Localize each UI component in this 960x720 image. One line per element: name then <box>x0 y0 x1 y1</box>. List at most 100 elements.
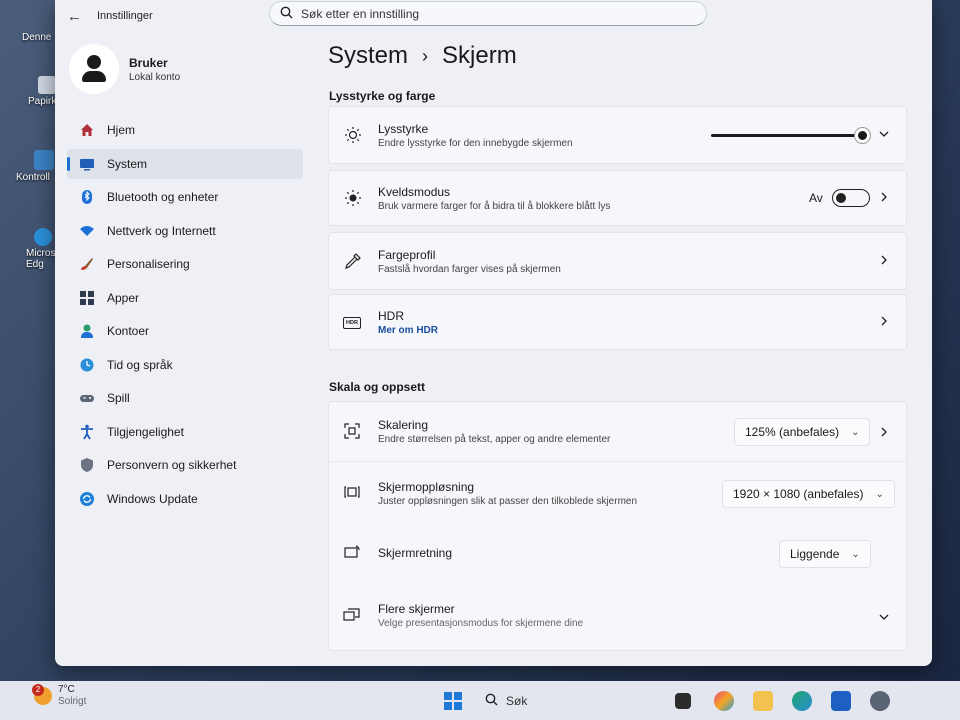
sidebar-item-label: Tid og språk <box>107 357 173 372</box>
title-bar: ← Innstillinger <box>55 0 932 34</box>
sidebar-item-bluetooth[interactable]: Bluetooth og enheter <box>67 182 303 212</box>
chevron-down-icon[interactable] <box>878 610 890 628</box>
sidebar-item-apps[interactable]: Apper <box>67 283 303 313</box>
desktop-icon-control-panel[interactable]: Kontroll <box>4 150 54 183</box>
sidebar-item-time-language[interactable]: Tid og språk <box>67 350 303 380</box>
back-arrow-icon[interactable]: ← <box>67 8 82 25</box>
color-profile-subtitle: Fastslå hvordan farger vises på skjermen <box>378 263 561 275</box>
sidebar-item-accessibility[interactable]: Tilgjengelighet <box>67 417 303 447</box>
settings-search-box[interactable] <box>269 1 707 26</box>
sidebar-item-gaming[interactable]: Spill <box>67 383 303 413</box>
breadcrumb-parent[interactable]: System <box>328 42 408 70</box>
scaling-dropdown[interactable]: 125% (anbefales) ⌄ <box>734 418 871 446</box>
multiple-displays-subtitle: Velge presentasjonsmodus for skjermene d… <box>378 618 584 629</box>
scaling-row[interactable]: Skalering Endre størrelsen på tekst, app… <box>329 402 906 462</box>
desktop-icon-label: Micros Edg <box>26 248 56 270</box>
sidebar-item-windows-update[interactable]: Windows Update <box>67 484 303 514</box>
sidebar-item-home[interactable]: Hjem <box>67 115 303 145</box>
eyedropper-icon <box>343 251 363 271</box>
update-icon <box>79 491 95 507</box>
search-icon <box>280 6 293 22</box>
notification-badge: 2 <box>32 684 44 696</box>
avatar <box>69 44 119 94</box>
scale-layout-group: Skalering Endre størrelsen på tekst, app… <box>328 401 907 651</box>
chevron-right-icon[interactable] <box>878 254 890 269</box>
color-profile-card[interactable]: Fargeprofil Fastslå hvordan farger vises… <box>328 232 907 290</box>
desktop-icon-this-pc[interactable]: Denne <box>4 30 51 43</box>
taskbar-search[interactable]: Søk <box>485 693 527 709</box>
chevron-right-icon[interactable] <box>878 315 890 330</box>
app-title: Innstillinger <box>97 10 153 22</box>
brightness-title: Lysstyrke <box>378 121 429 136</box>
sidebar-item-personalization[interactable]: Personalisering <box>67 249 303 279</box>
orientation-icon <box>343 544 361 567</box>
accessibility-icon <box>79 424 95 440</box>
brightness-card[interactable]: Lysstyrke Endre lysstyrke for den inneby… <box>328 106 907 164</box>
scaling-value: 125% (anbefales) <box>745 425 840 439</box>
chevron-right-icon[interactable] <box>878 425 890 443</box>
taskbar-search-label: Søk <box>506 694 528 708</box>
settings-gear-icon[interactable] <box>870 691 890 711</box>
store-taskbar-icon[interactable] <box>831 691 851 711</box>
brightness-slider[interactable] <box>711 127 870 143</box>
multiple-displays-icon <box>343 606 361 629</box>
widgets-taskbar-icon[interactable] <box>675 693 691 709</box>
page-title: Skjerm <box>442 42 517 69</box>
edge-taskbar-icon[interactable] <box>792 691 812 711</box>
sidebar-item-privacy[interactable]: Personvern og sikkerhet <box>67 450 303 480</box>
settings-window: ← Innstillinger Bruker Lokal konto <box>55 0 932 666</box>
copilot-taskbar-icon[interactable] <box>714 691 734 711</box>
brush-icon <box>79 256 95 272</box>
resolution-icon <box>343 483 361 506</box>
desktop-icon-label: Kontroll <box>16 172 50 183</box>
chevron-down-icon[interactable] <box>878 128 890 143</box>
search-icon <box>485 693 498 709</box>
night-light-toggle[interactable] <box>832 189 870 207</box>
orientation-value: Liggende <box>790 547 840 561</box>
weather-temperature: 7°C <box>58 684 75 695</box>
breadcrumb: System › Skjerm <box>328 42 517 70</box>
hdr-card[interactable]: HDR HDR Mer om HDR <box>328 294 907 350</box>
section-title-scale-layout: Skala og oppsett <box>329 380 426 394</box>
bluetooth-icon <box>79 189 95 205</box>
sidebar-item-label: Bluetooth og enheter <box>107 190 219 204</box>
wifi-icon <box>79 223 95 239</box>
orientation-dropdown[interactable]: Liggende ⌄ <box>779 540 871 568</box>
search-input[interactable] <box>301 6 681 21</box>
resolution-dropdown[interactable]: 1920 × 1080 (anbefales) ⌄ <box>722 480 895 508</box>
orientation-row: Skjermretning Liggende ⌄ <box>329 524 906 586</box>
sidebar-item-system[interactable]: System <box>67 148 303 179</box>
sidebar-item-label: Windows Update <box>107 491 198 506</box>
sidebar-item-label: Tilgjengelighet <box>107 424 184 439</box>
sidebar-item-label: Hjem <box>107 123 136 137</box>
desktop-icon-recycle-bin[interactable]: Papirk <box>4 76 57 107</box>
gamepad-icon <box>79 390 95 406</box>
night-light-state-label: Av <box>809 191 823 205</box>
user-profile[interactable]: Bruker Lokal konto <box>69 44 180 94</box>
resolution-value: 1920 × 1080 (anbefales) <box>733 487 864 501</box>
account-icon <box>79 323 95 339</box>
weather-widget[interactable]: 2 7°C Solrigt <box>32 684 86 708</box>
night-light-icon <box>343 188 363 208</box>
file-explorer-icon[interactable] <box>753 691 773 711</box>
sidebar-item-accounts[interactable]: Kontoer <box>67 316 303 346</box>
multiple-displays-row[interactable]: Flere skjermer Velge presentasjonsmodus … <box>329 586 906 648</box>
sidebar-item-network[interactable]: Nettverk og Internett <box>67 216 303 246</box>
sidebar-item-label: Nettverk og Internett <box>107 223 216 238</box>
recycle-bin-icon <box>38 76 56 94</box>
hdr-icon-text: HDR <box>346 320 358 326</box>
chevron-down-icon: ⌄ <box>851 426 860 438</box>
apps-icon <box>79 290 95 306</box>
start-button[interactable] <box>444 692 462 710</box>
night-light-card[interactable]: Kveldsmodus Bruk varmere farger for å bi… <box>328 170 907 226</box>
hdr-learn-more-link[interactable]: Mer om HDR <box>378 325 438 336</box>
chevron-right-icon[interactable] <box>878 191 890 206</box>
resolution-title: Skjermoppløsning <box>378 480 475 494</box>
taskbar: 2 7°C Solrigt Søk <box>0 681 960 720</box>
orientation-title: Skjermretning <box>378 546 453 560</box>
sidebar-item-label: Kontoer <box>107 324 150 338</box>
desktop-icon-label: Papirk <box>28 96 57 107</box>
brightness-slider-thumb[interactable] <box>855 127 870 143</box>
desktop-icon-edge[interactable]: Micros Edg <box>4 228 55 270</box>
sidebar-item-label: System <box>107 156 148 171</box>
